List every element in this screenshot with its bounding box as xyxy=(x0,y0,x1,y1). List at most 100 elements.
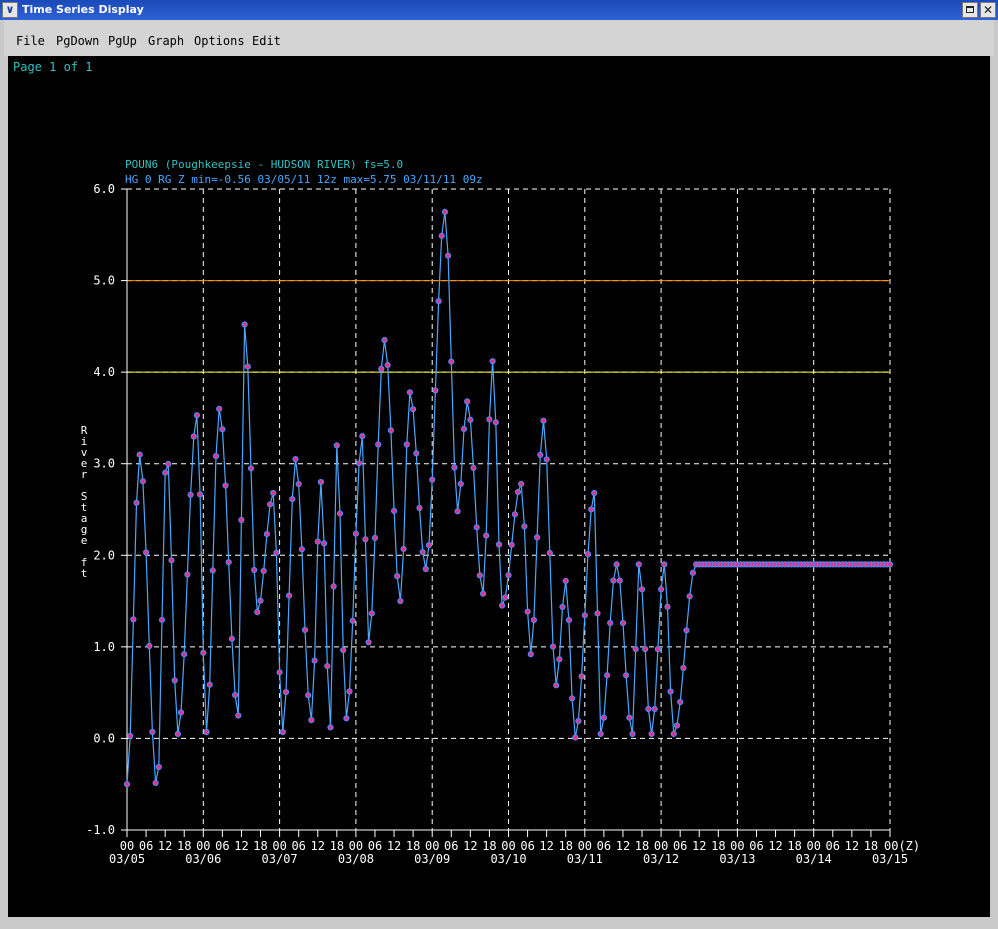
x-tick-hour-label: 18 xyxy=(406,839,420,853)
series-point xyxy=(410,406,417,413)
series-point xyxy=(200,649,207,656)
series-point xyxy=(473,524,480,531)
series-point xyxy=(616,577,623,584)
y-tick-label: 3.0 xyxy=(93,457,115,471)
series-point xyxy=(556,656,563,663)
series-point xyxy=(540,417,547,424)
series-point xyxy=(343,715,350,722)
menu-edit[interactable]: Edit xyxy=(252,34,281,48)
series-point xyxy=(495,541,503,548)
series-point xyxy=(228,635,235,642)
series-point xyxy=(324,663,331,670)
series-point xyxy=(422,565,429,573)
y-tick-label: 2.0 xyxy=(93,548,115,562)
page-label: Page 1 of 1 xyxy=(13,60,92,74)
series-point xyxy=(340,647,347,654)
x-tick-hour-label: 18 xyxy=(864,839,878,853)
series-point xyxy=(162,469,169,476)
x-tick-hour-label: 06 xyxy=(215,839,229,853)
series-point xyxy=(537,451,544,458)
series-point xyxy=(886,561,894,568)
window-menu-icon[interactable]: ∨ xyxy=(2,2,18,18)
series-point xyxy=(244,363,251,370)
y-axis-label-char: t xyxy=(81,567,88,580)
series-point xyxy=(209,567,216,574)
menu-file[interactable]: File xyxy=(16,34,45,48)
y-tick-label: 1.0 xyxy=(93,640,115,654)
series-point xyxy=(387,427,394,434)
series-point xyxy=(549,643,557,650)
close-icon[interactable]: ✕ xyxy=(980,2,996,18)
series-point xyxy=(673,722,681,729)
x-tick-hour-label: 06 xyxy=(673,839,687,853)
series-point xyxy=(333,442,340,449)
series-point xyxy=(553,682,560,689)
y-axis-label-char: e xyxy=(81,534,88,547)
maximize-icon[interactable] xyxy=(962,2,978,18)
series-point xyxy=(143,549,150,556)
series-point xyxy=(530,616,538,624)
series-point xyxy=(448,358,455,365)
series-point xyxy=(683,627,690,634)
y-tick-label: 4.0 xyxy=(93,365,115,379)
series-point xyxy=(588,506,595,513)
series-point xyxy=(260,567,267,575)
menu-bar: File PgDown PgUp Graph Options Edit xyxy=(4,20,994,57)
x-tick-hour-label: 12 xyxy=(387,839,401,853)
series-point xyxy=(136,451,143,458)
series-point xyxy=(225,559,232,566)
series-point xyxy=(419,549,426,556)
series-point xyxy=(232,691,239,699)
series-point xyxy=(451,464,458,471)
x-tick-date-label: 03/13 xyxy=(719,852,755,866)
series-point xyxy=(184,571,191,578)
x-tick-hour-label: 18 xyxy=(482,839,496,853)
menu-options[interactable]: Options xyxy=(194,34,245,48)
x-tick-date-label: 03/12 xyxy=(643,852,679,866)
series-point xyxy=(168,557,175,564)
y-tick-label: 5.0 xyxy=(93,274,115,288)
menu-pgdown[interactable]: PgDown xyxy=(56,34,99,48)
series-point xyxy=(375,441,382,448)
series-point xyxy=(212,453,220,460)
series-point xyxy=(219,426,226,433)
series-point xyxy=(171,677,178,684)
series-point xyxy=(181,651,188,658)
series-point xyxy=(467,416,474,423)
x-tick-hour-label: 00 xyxy=(272,839,286,853)
series-point xyxy=(206,681,213,688)
series-point xyxy=(470,464,477,471)
series-point xyxy=(642,646,649,653)
menu-graph[interactable]: Graph xyxy=(148,34,184,48)
x-tick-hour-label: 00(Z) xyxy=(884,839,920,853)
x-tick-hour-label: 12 xyxy=(234,839,248,853)
series-point xyxy=(292,456,299,463)
x-tick-hour-label: 12 xyxy=(539,839,553,853)
series-point xyxy=(613,561,620,568)
series-point xyxy=(193,412,200,419)
series-point xyxy=(400,545,407,552)
series-point xyxy=(441,208,448,215)
x-tick-hour-label: 06 xyxy=(597,839,611,853)
series-point xyxy=(330,583,337,590)
series-point xyxy=(149,728,156,736)
series-point xyxy=(279,728,286,736)
menu-pgup[interactable]: PgUp xyxy=(108,34,137,48)
series-point xyxy=(508,541,515,548)
series-point xyxy=(130,616,137,623)
series-point xyxy=(270,489,277,497)
series-point xyxy=(476,572,483,579)
series-point xyxy=(238,516,245,524)
x-tick-hour-label: 12 xyxy=(692,839,706,853)
series-point xyxy=(457,480,464,487)
series-point xyxy=(521,523,528,530)
x-tick-hour-label: 00 xyxy=(654,839,668,853)
x-tick-labels: 00 06 12 18 00 06 12 18 00 06 12 18 00 06 12 18 00 06 12 18… xyxy=(109,830,920,866)
x-tick-date-label: 03/09 xyxy=(414,852,450,866)
series-point xyxy=(190,433,197,440)
series-point xyxy=(460,425,468,432)
series-point xyxy=(311,657,318,664)
plot-canvas: Page 1 of 1 POUN6 (Poughkeepsie - HUDSON… xyxy=(8,56,990,917)
x-tick-hour-label: 12 xyxy=(616,839,630,853)
time-series-plot: Page 1 of 1 POUN6 (Poughkeepsie - HUDSON… xyxy=(13,60,920,866)
